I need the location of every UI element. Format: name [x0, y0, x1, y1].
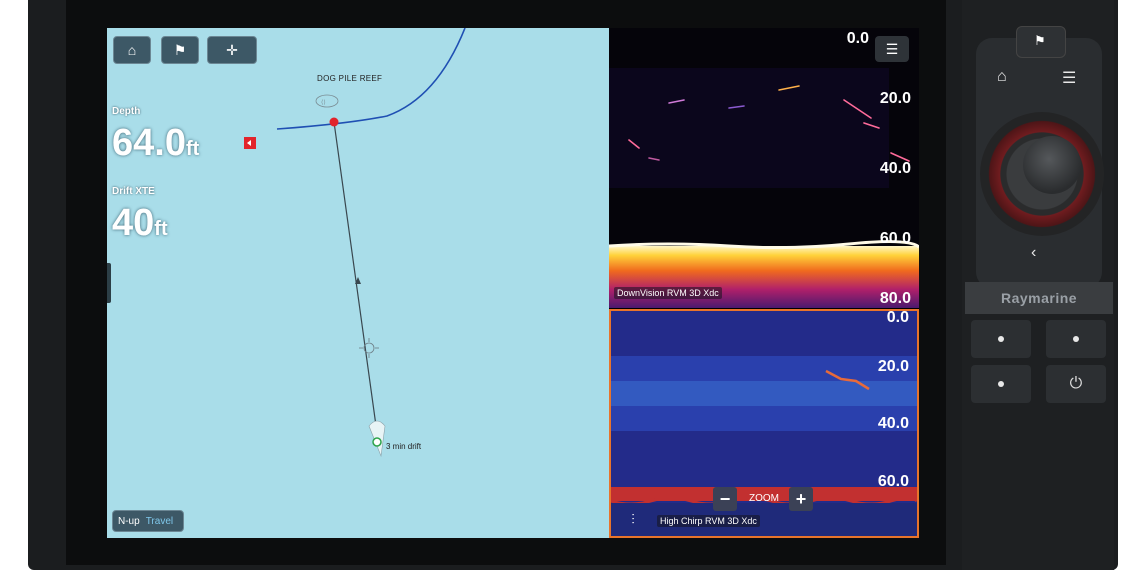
cursor-crosshair: [359, 338, 379, 358]
drift-xte-unit: ft: [154, 218, 168, 240]
chart-graphics: ⟨⟩: [244, 28, 466, 458]
home-hardkey[interactable]: ⌂: [997, 68, 1007, 86]
dot-icon: [998, 336, 1004, 342]
drift-xte-value: 40ft: [112, 202, 168, 245]
dv-scale-60: 60.0: [879, 230, 911, 247]
depth-unit: ft: [185, 138, 200, 160]
waypoint-flag-icon: ⚑: [173, 41, 187, 58]
hc-scale-20: 20.0: [877, 358, 909, 375]
drift-end-marker: [372, 437, 382, 447]
power-icon: ⏻: [1069, 375, 1083, 392]
downvision-sonar-image: [609, 68, 919, 308]
high-chirp-pane[interactable]: 0.0 20.0 40.0 60.0 − ZOOM + ⫶ High Chirp…: [609, 309, 919, 538]
drift-xte-label: Drift XTE: [112, 186, 155, 197]
svg-text:⟨⟩: ⟨⟩: [321, 99, 326, 106]
menu-hardkey[interactable]: ☰: [1062, 68, 1076, 88]
drift-xte-number: 40: [112, 202, 155, 244]
dv-scale-0: 0.0: [846, 30, 869, 47]
zoom-out-button[interactable]: −: [713, 487, 737, 511]
hc-scale-40: 40.0: [877, 415, 909, 432]
reef-symbol: [315, 94, 339, 108]
crosshair-icon: ✛: [226, 41, 238, 58]
keypad-button-3[interactable]: [971, 365, 1031, 403]
hc-scale-60: 60.0: [877, 473, 909, 490]
cursor-button[interactable]: ✛: [207, 36, 257, 64]
menu-icon: ☰: [885, 40, 899, 57]
joystick[interactable]: [1023, 136, 1081, 194]
depth-number: 64.0: [112, 122, 186, 164]
power-button[interactable]: ⏻: [1046, 365, 1106, 403]
reef-label: DOG PILE REEF: [317, 74, 383, 83]
chart-pane[interactable]: ⟨⟩ ⌂ ⚑ ✛ DOG PILE REEF Depth 64.0ft Drif…: [107, 28, 609, 538]
sonar-menu-button[interactable]: ☰: [875, 36, 909, 62]
drift-time-label: 3 min drift: [386, 442, 422, 451]
sliders-icon: ⫶: [631, 510, 635, 527]
zoom-in-button[interactable]: +: [789, 487, 813, 511]
waypoint-flag-icon: ⚑: [1034, 33, 1046, 48]
dot-icon: [1073, 336, 1079, 342]
downvision-title: DownVision RVM 3D Xdc: [614, 287, 722, 299]
home-button[interactable]: ⌂: [113, 36, 151, 64]
dv-scale-80: 80.0: [879, 290, 911, 307]
motion-mode-label: Travel: [145, 515, 174, 527]
waypoint-marker: [329, 117, 339, 127]
orientation-label: N-up: [118, 515, 140, 527]
zoom-label: ZOOM: [749, 493, 779, 504]
keypad-button-2[interactable]: [1046, 320, 1106, 358]
dv-scale-20: 20.0: [879, 90, 911, 107]
sidebar-pull-tab[interactable]: [107, 263, 111, 303]
depth-value: 64.0ft: [112, 122, 199, 165]
dot-icon: [998, 381, 1004, 387]
keypad-button-1[interactable]: [971, 320, 1031, 358]
depth-label: Depth: [112, 106, 141, 117]
back-hardkey[interactable]: ‹: [1031, 244, 1036, 262]
brand-logo: Raymarine: [965, 282, 1113, 314]
waypoint-button[interactable]: ⚑: [161, 36, 199, 64]
sonar-settings-button[interactable]: ⫶: [619, 507, 647, 531]
display-screen: ⟨⟩ ⌂ ⚑ ✛ DOG PILE REEF Depth 64.0ft Drif…: [107, 28, 919, 538]
hc-scale-0: 0.0: [886, 309, 909, 326]
drift-track-line: [333, 121, 378, 434]
waypoint-hardkey[interactable]: ⚑: [1016, 26, 1066, 58]
dv-scale-40: 40.0: [879, 160, 911, 177]
high-chirp-title: High Chirp RVM 3D Xdc: [657, 515, 760, 527]
home-icon: ⌂: [127, 42, 137, 58]
downvision-pane[interactable]: ☰ 0.0 20.0 40.0 60.0 80.0 DownVision RVM…: [609, 28, 919, 308]
orientation-mode-button[interactable]: N-up Travel: [112, 510, 184, 532]
